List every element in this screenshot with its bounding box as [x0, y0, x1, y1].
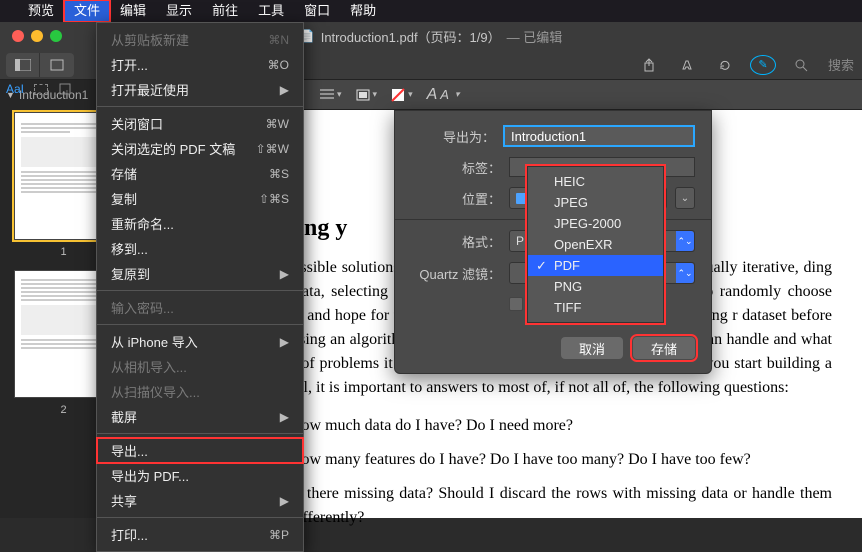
traffic-lights — [0, 30, 62, 42]
select-arrows-icon: ⌃⌄ — [676, 231, 694, 251]
menu-open[interactable]: 打开...⌘O — [97, 52, 303, 77]
save-button[interactable]: 存储 — [633, 337, 695, 359]
text-style-icon[interactable]: AA▾ — [427, 86, 460, 104]
edited-indicator: — 已编辑 — [507, 27, 563, 46]
doc-bullet: How many features do I have? Do I have t… — [290, 448, 832, 472]
menu-screenshot[interactable]: 截屏▶ — [97, 404, 303, 429]
menu-share[interactable]: 共享▶ — [97, 488, 303, 513]
location-label: 位置： — [411, 189, 501, 208]
doc-bullet: Is there missing data? Should I discard … — [290, 482, 832, 530]
menu-window[interactable]: 窗口 — [294, 0, 340, 22]
expand-location-button[interactable]: ⌄ — [675, 187, 695, 209]
search-placeholder[interactable]: 搜索 — [828, 55, 854, 74]
format-option-jpeg[interactable]: JPEG — [528, 192, 663, 213]
menu-new-from-clipboard: 从剪贴板新建⌘N — [97, 27, 303, 52]
close-window-button[interactable] — [12, 30, 24, 42]
menu-save[interactable]: 存储⌘S — [97, 161, 303, 186]
format-option-openexr[interactable]: OpenEXR — [528, 234, 663, 255]
menu-enter-password: 输入密码... — [97, 295, 303, 320]
menu-view[interactable]: 显示 — [156, 0, 202, 22]
crop-mode-icon[interactable] — [58, 82, 72, 96]
window-title: 📄 Introduction1.pdf（页码：1/9） — 已编辑 — [300, 27, 563, 46]
menu-open-recent[interactable]: 打开最近使用▶ — [97, 77, 303, 102]
rotate-icon[interactable] — [708, 53, 742, 77]
menu-tools[interactable]: 工具 — [248, 0, 294, 22]
format-option-pdf[interactable]: PDF — [528, 255, 663, 276]
quartz-filter-label: Quartz 滤镜： — [411, 264, 501, 283]
tags-label: 标签： — [411, 158, 501, 177]
file-menu-dropdown: 从剪贴板新建⌘N 打开...⌘O 打开最近使用▶ 关闭窗口⌘W 关闭选定的 PD… — [96, 22, 304, 552]
format-option-tiff[interactable]: TIFF — [528, 297, 663, 318]
format-label: 格式： — [411, 232, 501, 251]
menu-revert-to[interactable]: 复原到▶ — [97, 261, 303, 286]
title-text: Introduction1.pdf（页码：1/9） — [321, 27, 501, 46]
menu-import-camera: 从相机导入... — [97, 354, 303, 379]
cancel-button[interactable]: 取消 — [561, 337, 623, 359]
encrypt-checkbox[interactable] — [509, 297, 523, 311]
format-option-jpeg2000[interactable]: JPEG-2000 — [528, 213, 663, 234]
fill-color-icon[interactable]: ▾ — [391, 88, 413, 102]
markup-icon[interactable]: ✎ — [746, 53, 780, 77]
menu-rename[interactable]: 重新命名... — [97, 211, 303, 236]
export-filename-input[interactable] — [503, 125, 695, 147]
markup-circle-icon[interactable]: ✎ — [750, 55, 776, 75]
format-option-heic[interactable]: HEIC — [528, 171, 663, 192]
menu-export-as-pdf[interactable]: 导出为 PDF... — [97, 463, 303, 488]
alignment-icon[interactable]: ▾ — [320, 89, 342, 101]
select-arrows-icon: ⌃⌄ — [676, 263, 694, 283]
menu-duplicate[interactable]: 复制⇧⌘S — [97, 186, 303, 211]
menu-edit[interactable]: 编辑 — [110, 0, 156, 22]
menu-app[interactable]: 预览 — [18, 0, 64, 22]
rect-select-mode-icon[interactable] — [34, 84, 48, 95]
search-icon[interactable] — [784, 53, 818, 77]
doc-bullet: How much data do I have? Do I need more? — [290, 414, 832, 438]
page-number-1: 1 — [60, 246, 66, 258]
sidebar-view-segment[interactable] — [6, 53, 74, 77]
share-icon[interactable] — [632, 53, 666, 77]
minimize-window-button[interactable] — [31, 30, 43, 42]
format-options-popup: HEIC JPEG JPEG-2000 OpenEXR PDF PNG TIFF — [527, 166, 664, 323]
text-select-mode-icon[interactable]: AaI — [6, 82, 24, 96]
menu-go[interactable]: 前往 — [202, 0, 248, 22]
zoom-window-button[interactable] — [50, 30, 62, 42]
menu-export[interactable]: 导出... — [97, 438, 303, 463]
border-icon[interactable]: ▾ — [356, 89, 378, 101]
menu-file[interactable]: 文件 — [64, 0, 110, 22]
format-option-png[interactable]: PNG — [528, 276, 663, 297]
zoom-segment-icon[interactable] — [40, 53, 74, 77]
page-number-2: 2 — [60, 404, 66, 416]
menu-import-scanner: 从扫描仪导入... — [97, 379, 303, 404]
menu-help[interactable]: 帮助 — [340, 0, 386, 22]
menu-import-iphone[interactable]: 从 iPhone 导入▶ — [97, 329, 303, 354]
menu-close-selected-pdf[interactable]: 关闭选定的 PDF 文稿⇧⌘W — [97, 136, 303, 161]
menu-close-window[interactable]: 关闭窗口⌘W — [97, 111, 303, 136]
sidebar-toggle-icon[interactable] — [6, 53, 40, 77]
menu-print[interactable]: 打印...⌘P — [97, 522, 303, 547]
system-menubar: 预览 文件 编辑 显示 前往 工具 窗口 帮助 — [0, 0, 862, 22]
highlight-icon[interactable] — [670, 53, 704, 77]
menu-move-to[interactable]: 移到... — [97, 236, 303, 261]
export-as-label: 导出为： — [411, 127, 495, 146]
